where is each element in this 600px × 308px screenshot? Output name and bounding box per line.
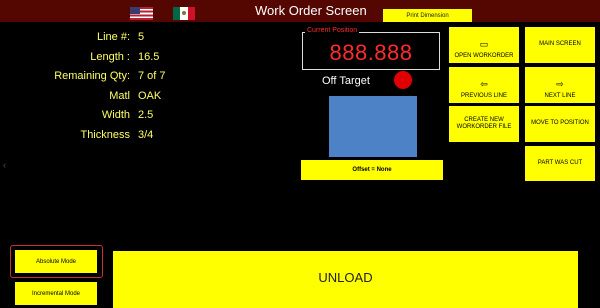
- open-workorder-button[interactable]: ▭ OPEN WORKORDER: [449, 27, 519, 63]
- material-value: OAK: [138, 90, 162, 102]
- open-workorder-label: OPEN WORKORDER: [454, 52, 514, 59]
- mexico-flag-icon[interactable]: [173, 7, 195, 20]
- us-flag-icon[interactable]: [130, 7, 153, 20]
- arrow-left-icon: ⇦: [480, 79, 488, 90]
- create-new-label-line1: CREATE NEW: [464, 116, 504, 123]
- target-status-text: Off Target: [322, 75, 370, 87]
- print-dimension-button[interactable]: Print Dimension: [383, 9, 472, 22]
- part-was-cut-button[interactable]: PART WAS CUT: [525, 146, 595, 181]
- previous-line-button[interactable]: ⇦ PREVIOUS LINE: [449, 67, 519, 103]
- arrow-right-icon: ⇨: [556, 79, 564, 90]
- move-to-position-label: MOVE TO POSITION: [531, 120, 589, 127]
- remaining-qty-label: Remaining Qty:: [54, 70, 130, 82]
- next-line-label: NEXT LINE: [544, 92, 576, 99]
- current-position-label: Current Position: [305, 27, 360, 34]
- previous-line-label: PREVIOUS LINE: [460, 92, 507, 99]
- chevron-left-icon[interactable]: ‹: [3, 160, 6, 170]
- current-position-display: Current Position 888.888: [302, 27, 440, 70]
- page-title: Work Order Screen: [255, 3, 367, 18]
- width-value: 2.5: [138, 109, 154, 121]
- material-label: Matl: [109, 90, 130, 102]
- main-screen-button[interactable]: MAIN SCREEN: [525, 27, 595, 63]
- move-to-position-button[interactable]: MOVE TO POSITION: [525, 106, 595, 142]
- status-indicator-icon: [394, 71, 412, 89]
- current-position-value: 888.888: [329, 40, 413, 65]
- part-was-cut-label: PART WAS CUT: [537, 159, 583, 166]
- next-line-button[interactable]: ⇨ NEXT LINE: [525, 67, 595, 103]
- folder-icon: ▭: [479, 39, 489, 50]
- unload-button[interactable]: UNLOAD: [113, 251, 578, 308]
- length-value: 16.5: [138, 51, 160, 63]
- length-label: Length :: [90, 51, 130, 63]
- line-number-label: Line #:: [96, 31, 130, 43]
- create-new-workorder-button[interactable]: CREATE NEW WORKORDER FILE: [449, 106, 519, 142]
- offset-indicator[interactable]: Offset = None: [301, 160, 443, 180]
- incremental-mode-button[interactable]: Incremental Mode: [15, 282, 97, 305]
- create-new-label-line2: WORKORDER FILE: [456, 124, 512, 130]
- remaining-qty-value: 7 of 7: [138, 70, 166, 82]
- thickness-label: Thickness: [80, 129, 130, 141]
- part-preview: [329, 96, 417, 157]
- absolute-mode-button[interactable]: Absolute Mode: [15, 250, 97, 273]
- thickness-value: 3/4: [138, 129, 154, 141]
- main-screen-label: MAIN SCREEN: [539, 41, 581, 48]
- line-number-value: 5: [138, 31, 145, 43]
- width-label: Width: [101, 109, 130, 121]
